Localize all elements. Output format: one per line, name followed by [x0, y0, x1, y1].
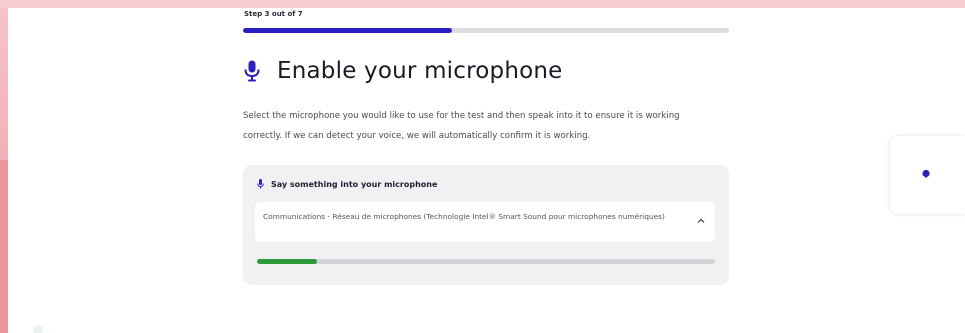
step-progress-bar	[243, 28, 729, 33]
page-title: Enable your microphone	[277, 58, 563, 84]
help-chat-button[interactable]	[890, 136, 965, 214]
chevron-up-icon	[697, 218, 705, 223]
voice-level-meter	[257, 259, 715, 264]
microphone-select[interactable]: Communications - Réseau de microphones (…	[255, 202, 715, 242]
card-heading-text: Say something into your microphone	[271, 179, 438, 189]
chat-bubble-icon	[922, 169, 930, 179]
corner-decoration	[33, 325, 43, 333]
voice-level-fill	[257, 259, 317, 264]
microphone-icon	[257, 179, 264, 189]
content-column: Step 3 out of 7 Enable your microphone S…	[243, 10, 729, 285]
background-top-band	[0, 0, 965, 8]
microphone-test-card: Say something into your microphone Commu…	[243, 165, 729, 285]
card-heading: Say something into your microphone	[257, 179, 437, 189]
microphone-icon	[244, 60, 260, 82]
title-row: Enable your microphone	[243, 58, 729, 84]
step-progress-fill	[243, 28, 452, 33]
microphone-select-value: Communications - Réseau de microphones (…	[263, 212, 665, 221]
instructions-text: Select the microphone you would like to …	[243, 111, 680, 141]
step-indicator: Step 3 out of 7	[244, 10, 303, 18]
